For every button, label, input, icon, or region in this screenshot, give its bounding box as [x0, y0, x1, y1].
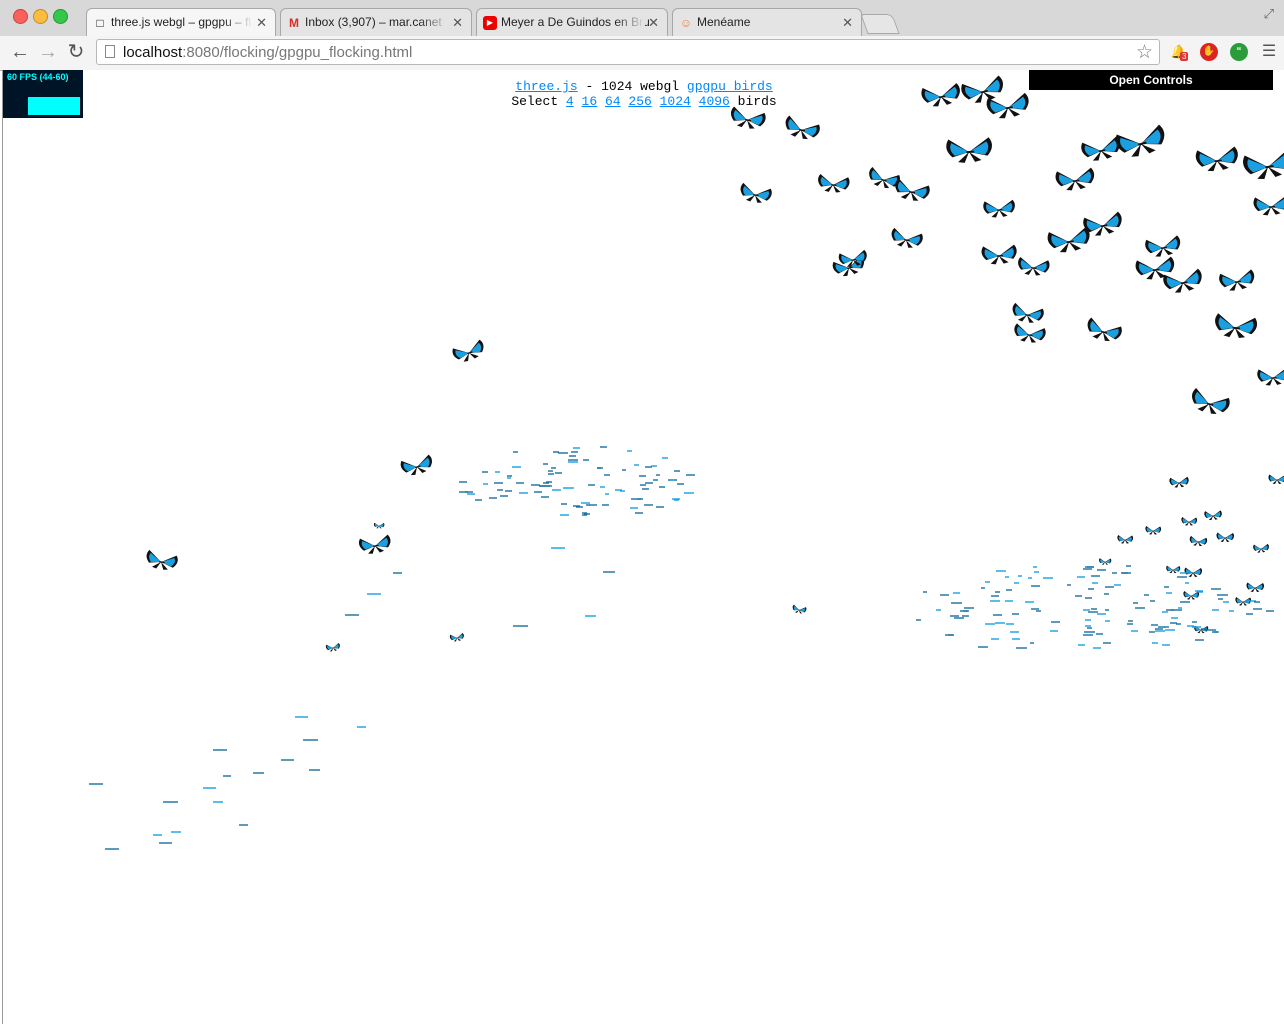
butterfly — [1081, 136, 1120, 161]
butterfly — [785, 115, 820, 140]
butterfly — [400, 454, 432, 476]
threejs-link[interactable]: three.js — [515, 79, 577, 94]
tab-youtube[interactable]: ▶ Meyer a De Guindos en Bru ✕ — [476, 8, 668, 36]
butterfly — [1169, 476, 1189, 488]
evernote-icon[interactable]: “ — [1230, 43, 1248, 61]
select-64-link[interactable]: 64 — [605, 94, 621, 109]
butterfly — [1099, 558, 1112, 565]
tab-title: Menéame — [697, 15, 751, 29]
tab-threejs[interactable]: □ three.js webgl – gpgpu – fl ✕ — [86, 8, 276, 37]
butterfly — [1253, 543, 1269, 553]
butterfly — [946, 137, 992, 163]
close-tab-icon[interactable]: ✕ — [452, 15, 463, 31]
page-icon: □ — [96, 16, 104, 30]
zoom-window-button[interactable] — [53, 9, 68, 24]
browser-toolbar: ← → ↻ localhost:8080/flocking/gpgpu_floc… — [0, 36, 1284, 70]
tab-title-fade — [419, 9, 449, 36]
butterfly — [1115, 124, 1165, 157]
close-tab-icon[interactable]: ✕ — [842, 15, 853, 31]
tab-meneame[interactable]: ☺ Menéame ✕ — [672, 8, 862, 36]
butterfly — [1192, 388, 1230, 414]
select-16-link[interactable]: 16 — [582, 94, 598, 109]
butterfly — [1055, 167, 1095, 191]
select-4096-link[interactable]: 4096 — [699, 94, 730, 109]
browser-chrome: □ three.js webgl – gpgpu – fl ✕ M Inbox … — [0, 0, 1284, 71]
fullscreen-icon[interactable]: ⤢ — [1264, 6, 1274, 22]
butterfly — [1268, 474, 1284, 484]
butterfly — [981, 244, 1017, 265]
reload-icon[interactable]: ↻ — [64, 40, 88, 64]
butterfly — [1204, 510, 1222, 521]
select-256-link[interactable]: 256 — [628, 94, 651, 109]
close-window-button[interactable] — [13, 9, 28, 24]
butterfly — [730, 106, 766, 129]
forward-icon[interactable]: → — [36, 40, 60, 64]
address-host: localhost — [123, 44, 183, 61]
adblock-icon[interactable]: ✋ — [1200, 43, 1218, 61]
address-path: :8080/flocking/gpgpu_flocking.html — [182, 44, 413, 61]
butterfly — [818, 173, 850, 193]
menu-icon[interactable]: ☰ — [1260, 43, 1278, 61]
new-tab-button[interactable] — [860, 14, 900, 34]
butterfly — [1145, 235, 1181, 257]
butterfly — [1181, 517, 1198, 526]
butterfly — [1195, 146, 1238, 172]
notification-badge: 3 — [1180, 52, 1189, 61]
butterfly — [1257, 367, 1284, 386]
close-tab-icon[interactable]: ✕ — [256, 15, 267, 31]
open-controls-button[interactable]: Open Controls — [1029, 70, 1273, 90]
tab-title-fade — [223, 9, 253, 37]
butterfly — [1014, 323, 1046, 343]
butterfly — [1117, 535, 1134, 544]
butterfly — [325, 642, 340, 652]
meneame-icon: ☺ — [679, 16, 693, 30]
tab-strip: □ three.js webgl – gpgpu – fl ✕ M Inbox … — [0, 0, 1284, 37]
select-4-link[interactable]: 4 — [566, 94, 574, 109]
butterfly — [452, 339, 484, 362]
butterfly — [1243, 149, 1284, 180]
close-tab-icon[interactable]: ✕ — [648, 15, 659, 31]
butterfly — [373, 522, 385, 529]
tab-title-fade — [615, 9, 645, 36]
butterfly — [891, 227, 923, 248]
back-icon[interactable]: ← — [8, 40, 32, 64]
page-content: 60 FPS (44-60) three.js - 1024 webgl gpg… — [2, 70, 1284, 1024]
address-bar[interactable]: localhost:8080/flocking/gpgpu_flocking.h… — [96, 39, 1160, 65]
page-icon — [105, 45, 115, 58]
butterfly — [1047, 226, 1090, 253]
butterfly — [1253, 195, 1284, 216]
select-suffix: birds — [729, 94, 777, 109]
bookmark-star-icon[interactable]: ☆ — [1136, 41, 1153, 64]
butterfly — [1087, 317, 1122, 342]
butterfly — [1145, 526, 1162, 535]
butterfly — [1219, 269, 1255, 291]
butterfly — [983, 199, 1015, 218]
butterfly — [1018, 256, 1050, 276]
info-text: - 1024 webgl — [577, 79, 687, 94]
minimize-window-button[interactable] — [33, 9, 48, 24]
tab-gmail[interactable]: M Inbox (3,907) – mar.canet ✕ — [280, 8, 472, 36]
select-prefix: Select — [511, 94, 566, 109]
gmail-icon: M — [289, 16, 299, 30]
birds-canvas[interactable] — [3, 70, 1284, 1024]
butterfly — [792, 604, 807, 614]
gpgpu-birds-link[interactable]: gpgpu birds — [687, 79, 773, 94]
youtube-icon: ▶ — [483, 16, 497, 30]
butterfly — [449, 632, 464, 642]
butterfly — [1189, 535, 1208, 547]
select-1024-link[interactable]: 1024 — [660, 94, 691, 109]
butterfly — [358, 534, 391, 554]
butterfly — [1166, 565, 1181, 574]
butterfly — [1184, 567, 1203, 577]
butterfly — [1183, 591, 1200, 600]
butterfly — [1012, 302, 1044, 323]
select-line: Select 4 16 64 256 1024 4096 birds — [3, 94, 1284, 109]
butterfly — [895, 178, 930, 201]
butterfly — [1216, 532, 1235, 542]
butterfly — [1215, 313, 1258, 338]
butterfly — [146, 549, 178, 570]
butterfly — [740, 182, 772, 203]
notification-bell-icon[interactable]: 🔔 3 — [1170, 43, 1189, 61]
butterfly — [1246, 582, 1265, 592]
